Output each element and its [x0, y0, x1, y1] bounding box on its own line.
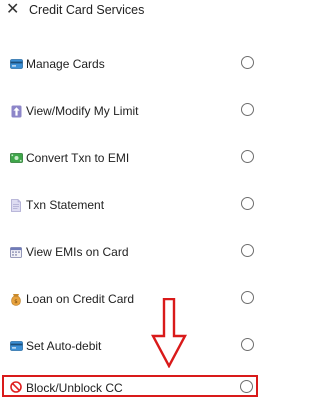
document-icon — [9, 198, 23, 212]
highlight-box — [2, 375, 258, 397]
menu-item-label: Set Auto-debit — [26, 339, 102, 353]
up-arrow-icon — [9, 104, 23, 118]
radio-button[interactable] — [241, 56, 254, 69]
menu-item-set-auto-debit[interactable]: Set Auto-debit — [0, 333, 265, 361]
menu-item-label: Manage Cards — [26, 57, 105, 71]
radio-button[interactable] — [241, 197, 254, 210]
credit-card-icon — [9, 57, 23, 71]
menu-item-view-emis[interactable]: View EMIs on Card — [0, 239, 265, 267]
menu-item-label: Loan on Credit Card — [26, 292, 135, 306]
menu-item-loan-on-card[interactable]: $ Loan on Credit Card — [0, 286, 265, 314]
menu-item-label: View/Modify My Limit — [26, 104, 139, 118]
menu-item-view-modify-limit[interactable]: View/Modify My Limit — [0, 98, 265, 126]
close-icon[interactable]: ✕ — [6, 1, 19, 19]
menu-item-manage-cards[interactable]: Manage Cards — [0, 51, 265, 79]
radio-button[interactable] — [241, 338, 254, 351]
page-title: Credit Card Services — [29, 3, 145, 17]
radio-button[interactable] — [241, 103, 254, 116]
menu-item-label: Convert Txn to EMI — [26, 151, 130, 165]
calendar-icon — [9, 245, 23, 259]
radio-button[interactable] — [241, 291, 254, 304]
header-bar: ✕ Credit Card Services — [0, 0, 265, 22]
cash-icon — [9, 151, 23, 165]
down-arrow-icon — [150, 297, 188, 373]
menu-item-label: Txn Statement — [26, 198, 105, 212]
radio-button[interactable] — [241, 150, 254, 163]
menu-item-label: View EMIs on Card — [26, 245, 129, 259]
credit-card-icon — [9, 339, 23, 353]
radio-button[interactable] — [241, 244, 254, 257]
menu-item-txn-statement[interactable]: Txn Statement — [0, 192, 265, 220]
svg-text:$: $ — [14, 299, 18, 305]
money-bag-icon: $ — [9, 292, 23, 306]
menu-item-convert-txn-emi[interactable]: Convert Txn to EMI — [0, 145, 265, 173]
